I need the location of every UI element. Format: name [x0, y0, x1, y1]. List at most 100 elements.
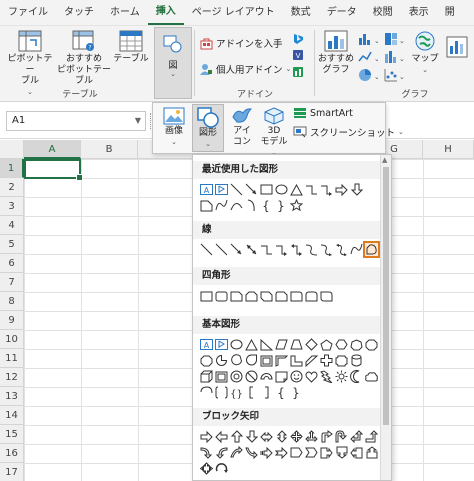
- decagon-shape[interactable]: [199, 353, 214, 368]
- round-snip-rectangle-shape[interactable]: [274, 289, 289, 304]
- right-arrow-shape[interactable]: [334, 182, 349, 197]
- double-arrow-line-shape[interactable]: [244, 242, 259, 257]
- down-arrow-callout-shape[interactable]: [334, 445, 349, 460]
- triangle-shape[interactable]: [244, 337, 259, 352]
- snip-diagonal-rectangle-shape[interactable]: [259, 289, 274, 304]
- elbow-connector-shape[interactable]: [304, 182, 319, 197]
- column-header[interactable]: B: [81, 140, 138, 159]
- row-header[interactable]: 17: [0, 463, 24, 481]
- pentagon-shape[interactable]: [319, 337, 334, 352]
- round-same-side-rectangle-shape[interactable]: [304, 289, 319, 304]
- row-header[interactable]: 1: [0, 159, 24, 178]
- table-button[interactable]: テーブル: [112, 30, 150, 65]
- name-box[interactable]: A1 ▼: [6, 111, 146, 131]
- circular-arrow-shape[interactable]: [214, 461, 229, 476]
- hierarchy-chart-icon[interactable]: ⌄: [384, 32, 404, 46]
- striped-right-arrow-shape[interactable]: [259, 445, 274, 460]
- statistic-chart-icon[interactable]: ⌄: [384, 50, 404, 64]
- line-shape[interactable]: [214, 242, 229, 257]
- triangle-shape[interactable]: [289, 182, 304, 197]
- star-shape[interactable]: [289, 198, 304, 213]
- left-right-arrow-shape[interactable]: [259, 429, 274, 444]
- pie-chart-icon[interactable]: ⌄: [358, 68, 378, 82]
- bevel-shape[interactable]: [214, 369, 229, 384]
- sun-shape[interactable]: [334, 369, 349, 384]
- half-frame-shape[interactable]: [274, 353, 289, 368]
- row-header[interactable]: 8: [0, 292, 24, 311]
- frame-shape[interactable]: [259, 353, 274, 368]
- 3d-models-button[interactable]: 3D モデル ⌄: [257, 106, 291, 157]
- bing-icon[interactable]: [292, 33, 304, 45]
- icons-button[interactable]: アイ コン: [227, 106, 257, 150]
- people-graph-icon[interactable]: [292, 66, 304, 78]
- down-arrow-shape[interactable]: [349, 182, 364, 197]
- freeform-shape[interactable]: [363, 241, 380, 258]
- screenshot-button[interactable]: スクリーンショット ⌄: [293, 125, 404, 139]
- arc-shape[interactable]: [229, 198, 244, 213]
- recommended-pivot-button[interactable]: ? おすすめ ピボットテーブル: [56, 30, 112, 87]
- left-brace-shape[interactable]: {: [274, 385, 289, 400]
- folded-corner-shape[interactable]: [274, 369, 289, 384]
- left-brace-shape[interactable]: {: [259, 198, 274, 213]
- row-header[interactable]: 7: [0, 273, 24, 292]
- oval-shape[interactable]: [229, 337, 244, 352]
- left-arrow-callout-shape[interactable]: [349, 445, 364, 460]
- text-box-shape[interactable]: A: [199, 337, 214, 352]
- row-header[interactable]: 2: [0, 178, 24, 197]
- bar-chart-icon[interactable]: ⌄: [358, 32, 378, 46]
- arrow-line-shape[interactable]: [229, 242, 244, 257]
- row-header[interactable]: 4: [0, 216, 24, 235]
- left-up-arrow-shape[interactable]: [349, 429, 364, 444]
- cloud-shape[interactable]: [364, 369, 379, 384]
- u-turn-arrow-shape[interactable]: [334, 429, 349, 444]
- ribbon-tab[interactable]: ホーム: [102, 0, 148, 26]
- row-header[interactable]: 12: [0, 368, 24, 387]
- moon-shape[interactable]: [349, 369, 364, 384]
- diamond-shape[interactable]: [304, 337, 319, 352]
- curved-double-arrow-connector-shape[interactable]: [334, 242, 349, 257]
- row-header[interactable]: 9: [0, 311, 24, 330]
- chord-shape[interactable]: [229, 353, 244, 368]
- right-brace-shape[interactable]: }: [274, 198, 289, 213]
- elbow-arrow-connector-shape[interactable]: [274, 242, 289, 257]
- select-all-corner[interactable]: [0, 140, 24, 159]
- left-right-up-arrow-shape[interactable]: [304, 429, 319, 444]
- up-down-arrow-shape[interactable]: [274, 429, 289, 444]
- arc-shape[interactable]: [199, 385, 214, 400]
- lightning-bolt-shape[interactable]: [319, 369, 334, 384]
- vertical-text-box-shape[interactable]: [214, 182, 229, 197]
- curved-up-arrow-shape[interactable]: [229, 445, 244, 460]
- bent-arrow-shape[interactable]: [319, 429, 334, 444]
- elbow-connector-shape[interactable]: [259, 242, 274, 257]
- get-addins-button[interactable]: アドインを入手: [200, 36, 283, 50]
- block-arc-shape[interactable]: [259, 369, 274, 384]
- up-arrow-callout-shape[interactable]: [364, 445, 379, 460]
- no-symbol-shape[interactable]: [244, 369, 259, 384]
- ribbon-tab[interactable]: 挿入: [147, 1, 184, 25]
- visio-icon[interactable]: V: [292, 49, 304, 61]
- hexagon-shape[interactable]: [334, 337, 349, 352]
- map-chart-button[interactable]: マップ ⌄: [408, 30, 442, 76]
- right-triangle-shape[interactable]: [259, 337, 274, 352]
- diagonal-stripe-shape[interactable]: [304, 353, 319, 368]
- curved-right-arrow-shape[interactable]: [199, 445, 214, 460]
- snip-corner-rectangle-shape[interactable]: [229, 289, 244, 304]
- curved-arrow-connector-shape[interactable]: [319, 242, 334, 257]
- ribbon-tab[interactable]: タッチ: [56, 0, 102, 26]
- elbow-arrow-connector-shape[interactable]: [319, 182, 334, 197]
- shapes-button[interactable]: 図形 ⌄: [192, 104, 224, 152]
- oval-shape[interactable]: [274, 182, 289, 197]
- row-header[interactable]: 11: [0, 349, 24, 368]
- cube-shape[interactable]: [199, 369, 214, 384]
- curve-shape[interactable]: [349, 242, 364, 257]
- trapezoid-shape[interactable]: [289, 337, 304, 352]
- ribbon-tab[interactable]: 校閲: [365, 0, 401, 26]
- ribbon-tab[interactable]: 表示: [401, 0, 437, 26]
- rounded-rectangle-shape[interactable]: [214, 289, 229, 304]
- gallery-scrollbar[interactable]: ▲: [380, 155, 391, 480]
- row-header[interactable]: 5: [0, 235, 24, 254]
- left-arrow-shape[interactable]: [214, 429, 229, 444]
- snip-rectangle-shape[interactable]: [199, 198, 214, 213]
- teardrop-shape[interactable]: [244, 353, 259, 368]
- curve-shape[interactable]: [214, 198, 229, 213]
